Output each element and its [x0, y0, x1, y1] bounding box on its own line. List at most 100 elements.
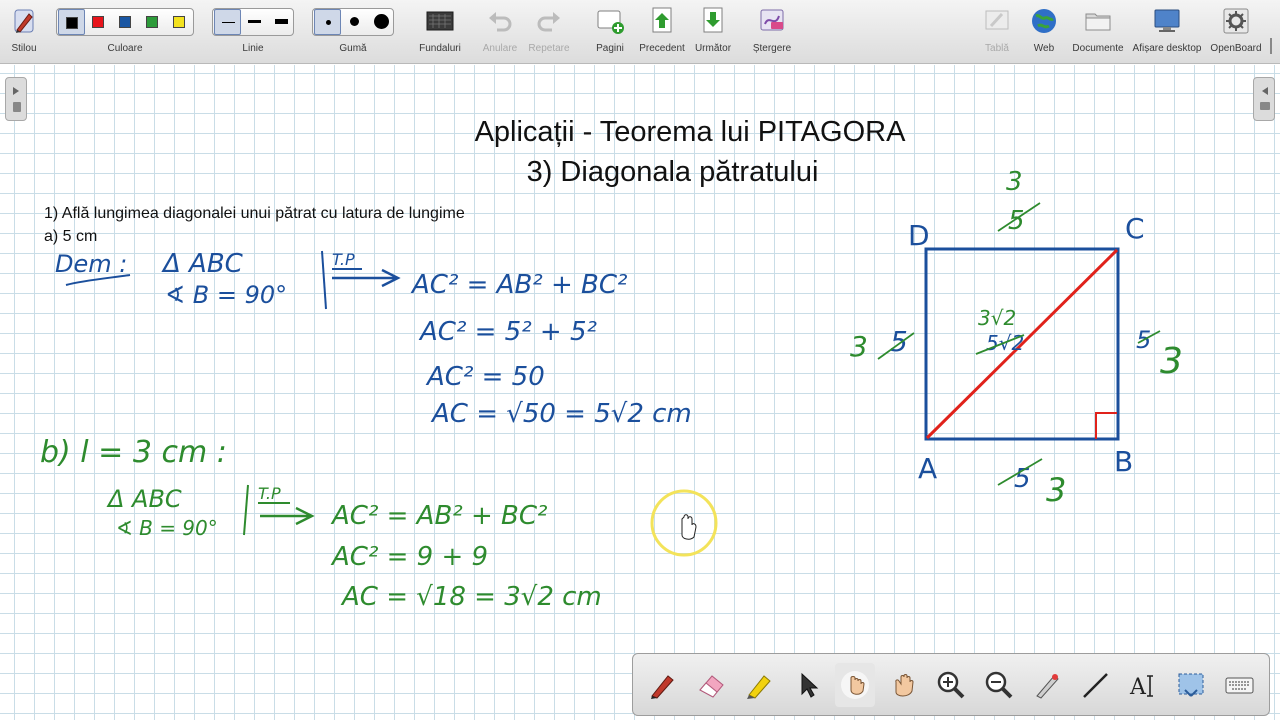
text-tool-icon: A [1129, 675, 1153, 700]
highlighter-palette-button[interactable] [739, 663, 779, 707]
tp-divider-b [243, 484, 249, 536]
equation-b-3: AC = √18 = 3√2 cm [340, 582, 602, 612]
diagonal-new-value: 3√2 [978, 306, 1016, 330]
color-swatch-yellow[interactable] [166, 9, 193, 35]
handwriting-layer: Dem : Δ ABC ∢ B = 90° T.P AC² = AB² + BC… [40, 167, 1183, 612]
angle-b-a: ∢ B = 90° [165, 281, 287, 309]
previous-page-button[interactable]: Precedent [639, 0, 685, 64]
toolbar-collapse-handle[interactable] [1266, 36, 1276, 56]
line-label: Linie [242, 43, 264, 54]
implies-arrow-b [260, 506, 315, 526]
show-desktop-button[interactable]: Afișare desktop [1133, 0, 1201, 64]
selector-palette-button[interactable] [787, 663, 827, 707]
whiteboard[interactable]: Aplicații - Teorema lui PITAGORA 3) Diag… [0, 65, 1280, 720]
board-icon [985, 10, 1009, 30]
highlighter-icon [747, 675, 771, 699]
hand-pan-palette-button[interactable] [883, 663, 923, 707]
backgrounds-icon [426, 11, 454, 31]
equation-b-2: AC² = 9 + 9 [330, 542, 488, 572]
part-b-label: b) l = 3 cm : [40, 435, 227, 470]
equation-a-4: AC = √50 = 5√2 cm [430, 399, 692, 429]
pointing-hand-icon [841, 671, 869, 699]
top-side-new-value: 3 [1006, 167, 1023, 197]
tp-label-a: T.P [332, 250, 355, 269]
vertex-c-label: C [1125, 212, 1145, 245]
documents-label: Documente [1072, 43, 1124, 54]
line-group: Linie [233, 0, 273, 64]
gear-icon [1223, 8, 1249, 34]
vertex-d-label: D [908, 219, 930, 252]
zoom-in-icon [937, 671, 965, 699]
tp-divider-a [321, 250, 327, 310]
collapse-icon [1270, 38, 1272, 54]
top-side-old-value: 5 [1008, 206, 1025, 236]
hand-cursor-icon [681, 514, 697, 540]
bottom-side-new-value: 3 [1046, 471, 1066, 509]
laser-pointer-icon [1036, 674, 1059, 699]
angle-b-b: ∢ B = 90° [116, 516, 218, 540]
arrow-pointer-icon [801, 672, 819, 698]
interact-palette-button[interactable] [835, 663, 875, 707]
web-button[interactable]: Web [1024, 0, 1064, 64]
openboard-menu-button[interactable]: OpenBoard [1210, 0, 1262, 64]
redo-icon [537, 12, 560, 32]
zoom-out-icon [985, 671, 1013, 699]
folder-icon [1085, 13, 1111, 31]
board-mode-button[interactable]: Tablă [977, 0, 1017, 64]
open-hand-icon [895, 674, 914, 697]
capture-palette-button[interactable] [1171, 663, 1211, 707]
equation-a-2: AC² = 5² + 5² [418, 317, 597, 347]
virtual-keyboard-palette-button[interactable] [1219, 663, 1259, 707]
equation-b-1: AC² = AB² + BC² [330, 501, 547, 531]
next-page-button[interactable]: Următor [693, 0, 733, 64]
equation-a-3: AC² = 50 [425, 362, 545, 392]
pen-tool-button[interactable]: Stilou [4, 0, 44, 64]
bottom-side-old-value: 5 [1014, 464, 1031, 494]
equation-a-1: AC² = AB² + BC² [410, 270, 627, 300]
text-palette-button[interactable]: A [1123, 663, 1163, 707]
triangle-abc-a: Δ ABC [161, 249, 244, 279]
desktop-label: Afișare desktop [1132, 43, 1202, 54]
triangle-abc-b: Δ ABC [106, 485, 182, 513]
color-label: Culoare [107, 43, 143, 54]
line-palette-button[interactable] [1075, 663, 1115, 707]
svg-text:A: A [1129, 675, 1147, 700]
line-tool-icon [1083, 673, 1108, 698]
add-page-icon [597, 10, 624, 34]
clear-label: Ștergere [752, 43, 792, 54]
pen-label: Stilou [11, 43, 37, 54]
laser-pointer-palette-button[interactable] [1027, 663, 1067, 707]
dem-label: Dem : [55, 250, 127, 278]
undo-icon [489, 12, 512, 32]
openboard-label: OpenBoard [1210, 43, 1262, 54]
right-side-new-value: 3 [1160, 341, 1183, 382]
stylus-palette: A [632, 653, 1270, 716]
next-page-icon [703, 7, 723, 33]
eraser-group: Gumă [333, 0, 373, 64]
backgrounds-button[interactable]: Fundaluri [419, 0, 461, 64]
documents-button[interactable]: Documente [1072, 0, 1124, 64]
tp-label-b: T.P [258, 484, 281, 503]
globe-icon [1032, 9, 1056, 33]
pen-palette-button[interactable] [643, 663, 683, 707]
main-toolbar: Stilou Culoare Linie Gumă Fundaluri Anul… [0, 0, 1280, 64]
eraser-palette-button[interactable] [691, 663, 731, 707]
redo-button[interactable]: Repetare [528, 0, 570, 64]
implies-arrow-a [332, 268, 401, 288]
pages-button[interactable]: Pagini [590, 0, 630, 64]
zoom-in-palette-button[interactable] [931, 663, 971, 707]
previous-page-icon [652, 7, 672, 33]
undo-button[interactable]: Anulare [480, 0, 520, 64]
right-angle-marker [1095, 412, 1117, 439]
vertex-a-label: A [918, 452, 937, 485]
eraser-icon [699, 675, 724, 698]
clear-page-button[interactable]: Ștergere [752, 0, 792, 64]
color-swatch-black[interactable] [58, 9, 85, 35]
zoom-out-palette-button[interactable] [979, 663, 1019, 707]
vertex-b-label: B [1114, 445, 1133, 478]
keyboard-icon [1225, 677, 1254, 694]
pen-icon [651, 675, 674, 699]
left-side-old-value: 5 [890, 325, 908, 358]
eraser-label: Gumă [339, 43, 367, 54]
screen-capture-icon [1178, 673, 1204, 697]
